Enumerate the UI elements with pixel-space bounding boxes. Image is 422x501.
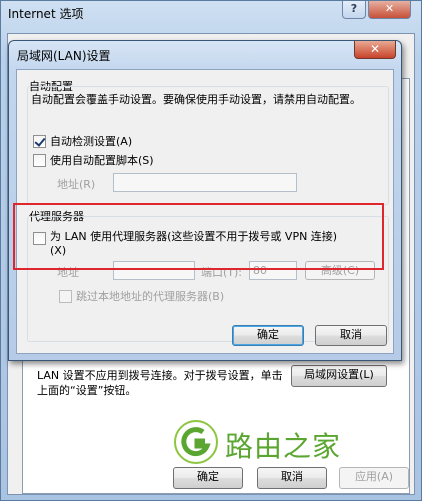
ok-button[interactable]: 确定 bbox=[173, 467, 243, 489]
auto-detect-label: 自动检测设置(A) bbox=[50, 135, 133, 148]
apply-button[interactable]: 应用(A) bbox=[339, 467, 409, 489]
bypass-local-row[interactable]: 跳过本地地址的代理服务器(B) bbox=[59, 288, 224, 304]
auto-config-description: 自动配置会覆盖手动设置。要确保使用手动设置，请禁用自动配置。 bbox=[31, 93, 361, 106]
window-close-button[interactable]: ✕ bbox=[368, 1, 411, 19]
use-script-row[interactable]: 使用自动配置脚本(S) bbox=[33, 152, 154, 168]
help-button[interactable]: ? bbox=[342, 1, 366, 19]
dialog-ok-button[interactable]: 确定 bbox=[232, 325, 304, 346]
window-title: Internet 选项 bbox=[8, 7, 84, 21]
bypass-local-label: 跳过本地地址的代理服务器(B) bbox=[76, 290, 225, 303]
watermark: 路由之家 bbox=[173, 419, 373, 465]
script-address-field[interactable] bbox=[113, 173, 297, 192]
dialog-cancel-button[interactable]: 取消 bbox=[315, 325, 387, 346]
lan-settings-description: LAN 设置不应用到拨号连接。对于拨号设置，单击上面的“设置”按钮。 bbox=[37, 369, 283, 397]
dialog-title: 局域网(LAN)设置 bbox=[17, 49, 111, 63]
lan-settings-dialog: 局域网(LAN)设置 ✕ 自动配置 自动配置会覆盖手动设置。要确保使用手动设置，… bbox=[8, 40, 402, 361]
watermark-text: 路由之家 bbox=[225, 430, 342, 463]
use-script-label: 使用自动配置脚本(S) bbox=[50, 154, 154, 167]
auto-detect-checkbox[interactable] bbox=[33, 134, 46, 148]
script-address-label: 地址(R) bbox=[57, 178, 96, 191]
bypass-local-checkbox[interactable] bbox=[59, 289, 72, 303]
router-logo-icon bbox=[174, 420, 218, 464]
auto-detect-row[interactable]: 自动检测设置(A) bbox=[33, 133, 132, 149]
cancel-button[interactable]: 取消 bbox=[257, 467, 327, 489]
highlight-annotation bbox=[13, 203, 384, 270]
use-script-checkbox[interactable] bbox=[33, 153, 46, 167]
dialog-close-button[interactable]: ✕ bbox=[354, 41, 396, 59]
lan-settings-button[interactable]: 局域网设置(L) bbox=[291, 365, 387, 387]
